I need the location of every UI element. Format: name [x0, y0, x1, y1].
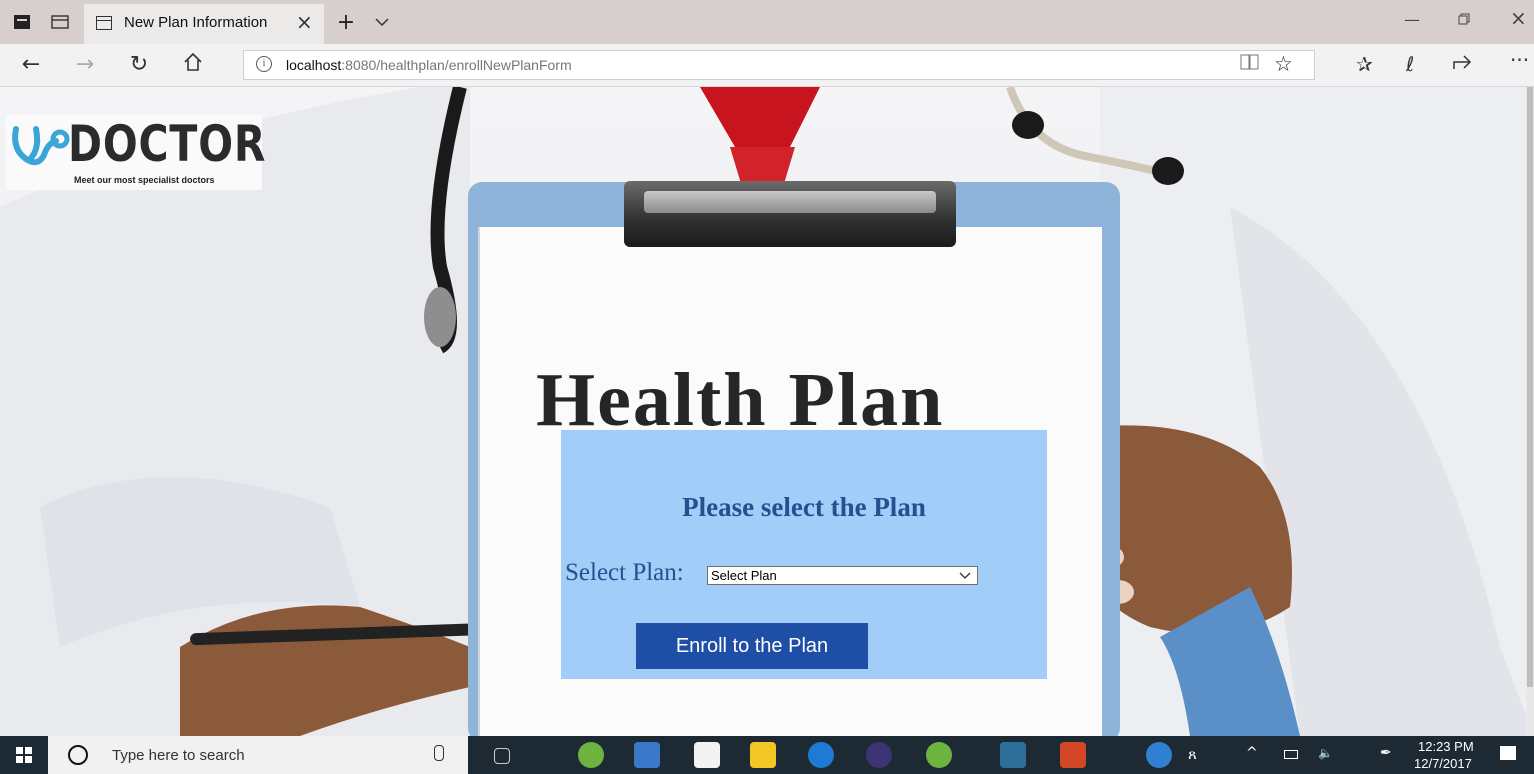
clipboard-clip: [624, 181, 956, 247]
browser-tab-bar: New Plan Information × + — ×: [0, 0, 1534, 44]
page-icon: [96, 16, 112, 30]
share-icon[interactable]: [1452, 52, 1472, 76]
edge-icon[interactable]: [808, 742, 834, 768]
store-icon[interactable]: [694, 742, 720, 768]
page-scrollbar[interactable]: [1526, 87, 1534, 736]
info-icon[interactable]: i: [256, 56, 272, 72]
url-input[interactable]: i localhost:8080/healthplan/enrollNewPla…: [243, 50, 1315, 80]
volume-icon[interactable]: 🔈: [1318, 746, 1333, 760]
refresh-icon[interactable]: ↻: [126, 52, 152, 77]
powerpoint-icon[interactable]: [1060, 742, 1086, 768]
battery-icon[interactable]: [1284, 750, 1298, 759]
restore-icon[interactable]: [1458, 10, 1470, 29]
chevron-down-icon: [959, 572, 971, 579]
select-plan-label: Select Plan:: [565, 559, 684, 586]
chevron-down-icon[interactable]: [372, 12, 392, 32]
doctor-logo[interactable]: DOCTOR Meet our most specialist doctors: [6, 115, 265, 190]
cortana-icon: [68, 745, 88, 765]
form-heading: Please select the Plan: [682, 492, 926, 522]
back-icon[interactable]: ←: [18, 52, 44, 77]
tab-actions-icon[interactable]: [12, 12, 32, 32]
favorite-star-icon[interactable]: ☆: [1274, 52, 1293, 76]
network-icon[interactable]: [634, 742, 660, 768]
taskbar: Type here to search ጸ ^ 🔈 ✒ 12:23 PM 12/…: [0, 736, 1534, 774]
favorites-list-icon[interactable]: ✰: [1356, 52, 1373, 76]
more-icon[interactable]: ···: [1510, 48, 1529, 72]
url-path: :8080/healthplan/enrollNewPlanForm: [341, 57, 572, 73]
plan-form-panel: Please select the Plan Select Plan: Sele…: [561, 430, 1047, 679]
taskbar-search-box[interactable]: Type here to search: [48, 736, 468, 774]
help-icon[interactable]: [1146, 742, 1172, 768]
minimize-icon[interactable]: —: [1404, 10, 1420, 29]
people-icon[interactable]: ጸ: [1188, 745, 1197, 763]
notifications-icon[interactable]: [1500, 746, 1516, 760]
microphone-icon[interactable]: [434, 745, 444, 761]
web-note-icon[interactable]: ℓ: [1406, 52, 1414, 76]
clock-time[interactable]: 12:23 PM: [1418, 739, 1474, 754]
search-placeholder: Type here to search: [112, 747, 245, 764]
set-aside-tabs-icon[interactable]: [50, 12, 70, 32]
windows-start-icon[interactable]: [0, 736, 48, 774]
clock-date[interactable]: 12/7/2017: [1414, 756, 1472, 771]
new-tab-icon[interactable]: +: [336, 10, 356, 35]
reading-view-icon[interactable]: [1240, 54, 1260, 75]
address-bar: ← → ↻ i localhost:8080/healthplan/enroll…: [0, 44, 1534, 87]
spring-tool-2-icon[interactable]: [926, 742, 952, 768]
home-icon[interactable]: [180, 52, 206, 78]
tab-title: New Plan Information: [124, 14, 268, 31]
task-view-icon[interactable]: [494, 748, 510, 764]
plan-select[interactable]: Select Plan: [707, 566, 978, 585]
scrollbar-thumb[interactable]: [1527, 87, 1533, 687]
page-content: Health Plan DOCTOR Meet our most special…: [0, 87, 1534, 736]
url-text: localhost:8080/healthplan/enrollNewPlanF…: [286, 57, 572, 73]
file-explorer-icon[interactable]: [750, 742, 776, 768]
url-host: localhost: [286, 57, 342, 73]
stethoscope-logo-icon: [12, 126, 70, 166]
spring-tool-icon[interactable]: [578, 742, 604, 768]
logo-tagline: Meet our most specialist doctors: [74, 175, 215, 185]
show-hidden-icon[interactable]: ^: [1246, 745, 1258, 761]
plan-select-value: Select Plan: [711, 568, 777, 583]
close-window-icon[interactable]: ×: [1510, 6, 1527, 30]
close-tab-icon[interactable]: ×: [296, 10, 313, 34]
forward-icon[interactable]: →: [72, 52, 98, 77]
mysql-workbench-icon[interactable]: [1000, 742, 1026, 768]
eclipse-icon[interactable]: [866, 742, 892, 768]
logo-wordmark: DOCTOR: [68, 115, 267, 173]
enroll-button[interactable]: Enroll to the Plan: [636, 623, 868, 669]
pen-icon[interactable]: ✒: [1380, 745, 1392, 761]
tab-new-plan-information[interactable]: New Plan Information ×: [84, 4, 324, 44]
